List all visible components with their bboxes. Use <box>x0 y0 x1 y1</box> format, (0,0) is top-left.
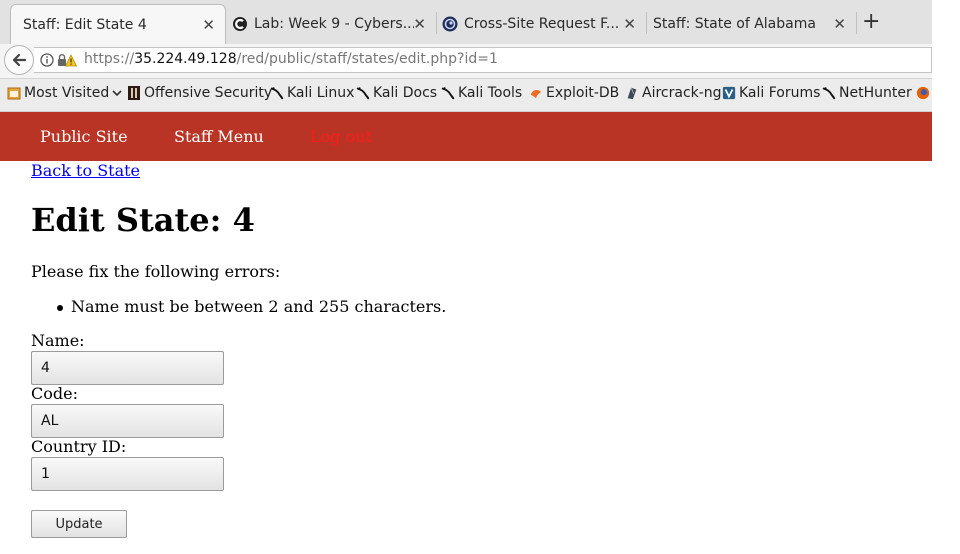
bookmark-kali-linux[interactable]: Kali Linux <box>270 85 354 101</box>
country-id-field[interactable] <box>31 457 224 491</box>
lock-warning-icon <box>58 54 77 67</box>
bookmark-kali-tools[interactable]: Kali Tools <box>441 85 522 101</box>
exploit-db-icon <box>529 85 543 101</box>
site-identity[interactable] <box>40 53 77 67</box>
bookmark-label: Kali Linux <box>287 85 355 101</box>
kali-forums-icon <box>722 85 736 101</box>
bookmark-most-visited[interactable]: Most Visited <box>7 85 123 101</box>
close-icon[interactable]: ✕ <box>202 16 215 34</box>
bookmark-label: NetHunter <box>839 85 912 101</box>
nav-staff-menu[interactable]: Staff Menu <box>174 127 264 146</box>
new-tab-button[interactable]: + <box>862 11 880 33</box>
tab-separator <box>856 12 857 34</box>
tab-state-of-alabama[interactable]: Staff: State of Alabama ✕ <box>646 4 856 44</box>
code-field[interactable] <box>31 404 224 438</box>
url-host: 35.224.49.128 <box>134 51 237 67</box>
nav-public-site[interactable]: Public Site <box>40 127 128 146</box>
firefox-icon <box>916 85 930 101</box>
bookmark-nethunter[interactable]: NetHunter <box>822 85 912 101</box>
update-button[interactable]: Update <box>31 510 127 538</box>
url-path: /red/public/staff/states/edit.php?id=1 <box>236 51 498 67</box>
most-visited-icon <box>7 85 21 101</box>
errors-heading: Please fix the following errors: <box>31 262 281 281</box>
tab-title: Staff: State of Alabama <box>653 16 816 32</box>
tab-edit-state[interactable]: Staff: Edit State 4 ✕ <box>10 4 226 44</box>
error-item: Name must be between 2 and 255 character… <box>56 297 447 316</box>
bookmark-label: Kali Tools <box>458 85 523 101</box>
chevron-down-icon <box>112 90 122 97</box>
name-label: Name: <box>31 331 85 350</box>
url-scheme: https:// <box>84 51 135 67</box>
bookmark-exploit-db[interactable]: Exploit-DB <box>529 85 619 101</box>
kali-dragon-icon <box>441 85 455 101</box>
bookmark-firefox[interactable] <box>916 85 933 101</box>
bookmark-kali-docs[interactable]: Kali Docs <box>356 85 437 101</box>
tab-lab-week-9[interactable]: Lab: Week 9 - Cybers... ✕ <box>226 4 436 44</box>
bookmark-label: Kali Docs <box>373 85 438 101</box>
bookmark-aircrack-ng[interactable]: Aircrack-ng <box>625 85 722 101</box>
code-label: Code: <box>31 384 78 403</box>
kali-dragon-icon <box>270 85 284 101</box>
back-to-state-link[interactable]: Back to State <box>31 161 140 180</box>
bookmarks-toolbar: Most Visited Offensive Security Kali Lin… <box>0 79 932 112</box>
tab-title: Lab: Week 9 - Cybers... <box>254 16 414 32</box>
owasp-icon <box>442 16 458 32</box>
tab-title: Cross-Site Request F... <box>464 16 620 32</box>
tab-csrf[interactable]: Cross-Site Request F... ✕ <box>436 4 646 44</box>
bookmark-offensive-security[interactable]: Offensive Security <box>127 85 272 101</box>
bookmark-label: Aircrack-ng <box>642 85 722 101</box>
browser-chrome: Staff: Edit State 4 ✕ Lab: Week 9 - Cybe… <box>0 0 932 112</box>
kali-dragon-icon <box>822 85 836 101</box>
bookmark-label: Most Visited <box>24 85 110 101</box>
name-field[interactable] <box>31 351 224 385</box>
url-text[interactable]: https://35.224.49.128/red/public/staff/s… <box>84 51 498 67</box>
close-icon[interactable]: ✕ <box>833 15 846 33</box>
tab-bar: Staff: Edit State 4 ✕ Lab: Week 9 - Cybe… <box>0 0 932 45</box>
bookmark-label: Exploit-DB <box>546 85 620 101</box>
offsec-icon <box>127 85 141 101</box>
tab-title: Staff: Edit State 4 <box>23 16 147 33</box>
site-header: Public Site Staff Menu Log out <box>0 112 932 161</box>
url-bar[interactable]: https://35.224.49.128/red/public/staff/s… <box>34 47 932 73</box>
nav-log-out[interactable]: Log out <box>310 127 372 146</box>
bookmark-label: Offensive Security <box>144 85 273 101</box>
back-button[interactable] <box>4 45 34 75</box>
navigation-bar: https://35.224.49.128/red/public/staff/s… <box>0 44 932 79</box>
info-icon <box>40 53 54 67</box>
bookmark-kali-forums[interactable]: Kali Forums <box>722 85 820 101</box>
aircrack-icon <box>625 85 639 101</box>
page-title: Edit State: 4 <box>31 201 255 239</box>
country-id-label: Country ID: <box>31 437 127 456</box>
bookmark-label: Kali Forums <box>739 85 821 101</box>
kali-dragon-icon <box>356 85 370 101</box>
back-arrow-icon <box>12 53 27 67</box>
close-icon[interactable]: ✕ <box>623 15 636 33</box>
codepath-c-icon <box>232 16 248 32</box>
close-icon[interactable]: ✕ <box>413 15 426 33</box>
